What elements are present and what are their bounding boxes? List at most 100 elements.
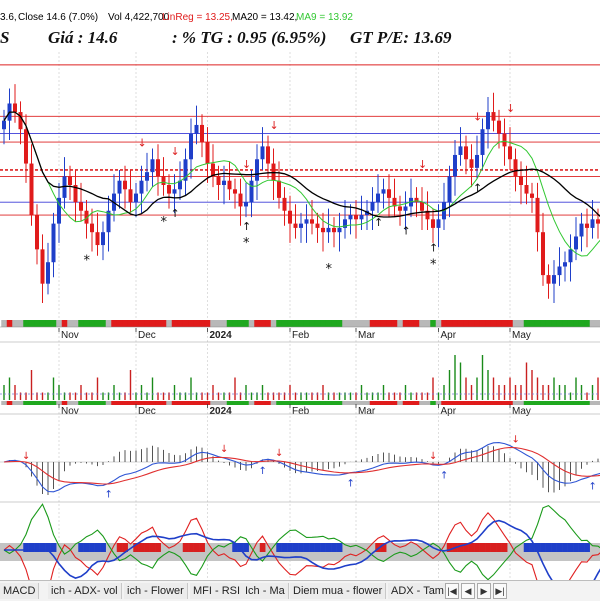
- trend-strip-cell: [226, 401, 233, 405]
- oscillator-signal-block: [474, 543, 480, 552]
- x-tick-label: Apr: [441, 330, 457, 341]
- oscillator-signal-block: [188, 543, 194, 552]
- trend-strip-cell: [1, 401, 8, 405]
- tab-adx-tam[interactable]: ADX - Tam: [388, 583, 448, 599]
- oscillator-signal-block: [116, 543, 123, 552]
- trend-strip-cell: [303, 401, 310, 405]
- oscillator-signal-block: [490, 543, 497, 552]
- candle-body: [519, 176, 523, 185]
- candle-body: [260, 146, 265, 160]
- trend-strip-cell: [1, 320, 8, 327]
- trend-strip-cell: [292, 320, 299, 327]
- trend-strip-cell: [485, 401, 492, 405]
- candle-body: [447, 176, 452, 203]
- trend-strip-cell: [419, 320, 426, 327]
- macd-buy-arrow-icon: ↑: [105, 490, 113, 501]
- candle-body: [403, 206, 408, 211]
- candle-body: [480, 129, 485, 155]
- trend-strip-cell: [567, 320, 574, 327]
- oscillator-signal-block: [298, 543, 304, 552]
- x-tick-label: Mar: [358, 330, 376, 341]
- tab-ich-adx-vol[interactable]: ich - ADX- vol: [48, 583, 122, 599]
- candle-body: [420, 202, 424, 211]
- trend-strip-cell: [419, 401, 426, 405]
- trend-strip-cell: [160, 320, 167, 327]
- candle-body: [161, 176, 166, 185]
- candle-body: [24, 129, 28, 164]
- star-signal-icon: *: [243, 236, 250, 251]
- trend-strip-cell: [424, 401, 431, 405]
- trend-strip-cell: [204, 320, 211, 327]
- trend-strip-cell: [17, 320, 24, 327]
- tab-ich-flower[interactable]: ich - Flower: [124, 583, 188, 599]
- candle-body: [563, 262, 567, 267]
- candle-body: [46, 262, 50, 284]
- trend-strip-cell: [166, 401, 173, 405]
- trend-strip-cell: [45, 401, 52, 405]
- trend-strip-cell: [386, 401, 393, 405]
- trend-strip-cell: [496, 401, 503, 405]
- trend-strip-cell: [386, 320, 393, 327]
- trend-strip-cell: [199, 401, 206, 405]
- tab-mfi-rsi[interactable]: MFI - RSI: [190, 583, 245, 599]
- trend-strip-cell: [336, 401, 343, 405]
- trend-strip-cell: [12, 401, 19, 405]
- trend-strip-cell: [320, 401, 327, 405]
- trend-strip-cell: [34, 320, 41, 327]
- trend-strip-cell: [468, 401, 475, 405]
- trend-strip-cell: [380, 320, 387, 327]
- trend-strip-cell: [479, 320, 486, 327]
- trend-strip-cell: [210, 401, 217, 405]
- trend-strip-cell: [100, 401, 107, 405]
- trend-strip-cell: [259, 320, 266, 327]
- trend-strip-cell: [34, 401, 41, 405]
- trend-strip-cell: [320, 320, 327, 327]
- x-tick-label: Dec: [138, 330, 156, 341]
- oscillator-signal-block: [259, 543, 266, 552]
- first-tab-icon[interactable]: |◀: [445, 583, 459, 599]
- candle-body: [150, 159, 155, 173]
- trend-strip-cell: [347, 320, 354, 327]
- sell-arrow-icon: ↓: [270, 119, 279, 132]
- trend-strip-cell: [23, 401, 30, 405]
- trend-strip-cell: [303, 320, 310, 327]
- next-tab-icon[interactable]: ▶: [477, 583, 491, 599]
- oscillator-signal-block: [78, 543, 84, 552]
- trend-strip-cell: [248, 320, 255, 327]
- macd-buy-arrow-icon: ↑: [347, 479, 355, 490]
- oscillator-signal-block: [314, 543, 321, 552]
- sell-arrow-icon: ↓: [506, 102, 515, 115]
- candle-body: [90, 223, 94, 233]
- macd-buy-arrow-icon: ↑: [440, 470, 448, 481]
- trend-strip-cell: [166, 320, 173, 327]
- trend-strip-cell: [243, 401, 250, 405]
- candle-body: [128, 189, 133, 203]
- tab-macd[interactable]: MACD: [0, 583, 40, 599]
- candle-body: [310, 219, 314, 224]
- star-signal-icon: *: [430, 258, 437, 273]
- trend-strip-cell: [265, 401, 272, 405]
- oscillator-signal-block: [551, 543, 557, 552]
- trend-strip-cell: [358, 320, 365, 327]
- candle-body: [508, 146, 512, 160]
- trend-strip-cell: [276, 320, 283, 327]
- oscillator-signal-block: [155, 543, 161, 552]
- trend-strip-cell: [281, 401, 288, 405]
- trend-strip-cell: [83, 320, 90, 327]
- prev-tab-icon[interactable]: ◀: [461, 583, 475, 599]
- trend-strip-cell: [133, 320, 140, 327]
- oscillator-signal-block: [309, 543, 315, 552]
- tab-ich-ma[interactable]: Ich - Ma: [242, 583, 289, 599]
- candle-body: [552, 275, 556, 284]
- trend-strip-cell: [243, 320, 250, 327]
- last-tab-icon[interactable]: ▶|: [493, 583, 507, 599]
- tab-diem-mua-flower[interactable]: Diem mua - flower: [290, 583, 387, 599]
- candle-body: [172, 189, 177, 194]
- oscillator-signal-block: [331, 543, 337, 552]
- x-tick-label: 2024: [210, 406, 233, 417]
- trend-strip-cell: [314, 320, 321, 327]
- x-tick-label: Dec: [138, 406, 156, 417]
- candle-body: [2, 120, 6, 130]
- trend-strip-cell: [562, 401, 569, 405]
- macd-line: [3, 442, 600, 493]
